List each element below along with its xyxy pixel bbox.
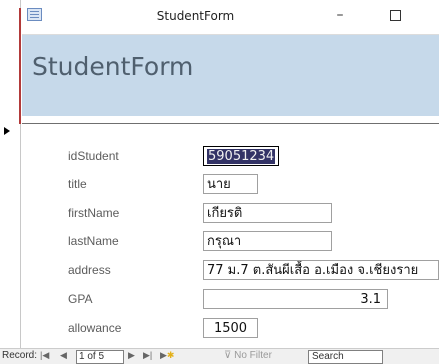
label-title: title: [68, 177, 87, 191]
record-navigation-bar: Record: |◀ ◀ 1 of 5 ▶ ▶| ▶✱ ⊽ No Filter …: [0, 348, 439, 364]
label-gpa: GPA: [68, 292, 93, 306]
label-firstname: firstName: [68, 206, 120, 220]
close-button[interactable]: ×: [430, 4, 439, 26]
lastname-field[interactable]: กรุณา: [203, 231, 332, 251]
idstudent-field[interactable]: 59051234: [203, 146, 279, 166]
record-selector[interactable]: [0, 124, 21, 349]
idstudent-value: 59051234: [207, 149, 276, 164]
label-allowance: allowance: [68, 321, 122, 335]
firstname-field[interactable]: เกียรติ: [203, 203, 332, 223]
first-record-button[interactable]: |◀: [40, 350, 49, 361]
address-field[interactable]: 77 ม.7 ต.สันผีเสื้อ อ.เมือง จ.เชียงราย: [203, 260, 439, 280]
no-filter-button[interactable]: ⊽ No Filter: [224, 350, 272, 361]
previous-record-button[interactable]: ◀: [60, 350, 67, 361]
no-filter-label: No Filter: [234, 350, 272, 361]
window-title: StudentForm: [156, 9, 235, 23]
header-spacer: [22, 116, 439, 123]
label-lastname: lastName: [68, 234, 119, 248]
current-record-arrow-icon: [4, 127, 10, 135]
title-bar[interactable]: StudentForm – ×: [22, 0, 439, 35]
next-record-button[interactable]: ▶: [128, 350, 135, 361]
label-idstudent: idStudent: [68, 149, 119, 163]
minimize-button[interactable]: –: [327, 4, 353, 26]
filter-icon: ⊽: [224, 350, 232, 361]
title-field[interactable]: นาย: [203, 174, 258, 194]
allowance-field[interactable]: 1500: [203, 318, 258, 338]
record-label: Record:: [2, 350, 38, 361]
form-header: StudentForm: [22, 35, 439, 116]
form-header-title: StudentForm: [32, 52, 194, 81]
form-detail: idStudent 59051234 title นาย firstName เ…: [0, 123, 439, 349]
new-record-sparkle-icon: ✱: [166, 350, 175, 360]
maximize-button[interactable]: [382, 4, 408, 26]
search-box[interactable]: Search: [308, 350, 383, 364]
label-address: address: [68, 263, 111, 277]
last-record-button[interactable]: ▶|: [143, 350, 152, 361]
new-record-arrow-icon: ▶: [160, 350, 167, 360]
gpa-field[interactable]: 3.1: [203, 289, 388, 309]
record-position-field[interactable]: 1 of 5: [76, 350, 124, 364]
new-record-button[interactable]: ▶✱: [160, 350, 174, 361]
maximize-icon: [389, 9, 401, 21]
